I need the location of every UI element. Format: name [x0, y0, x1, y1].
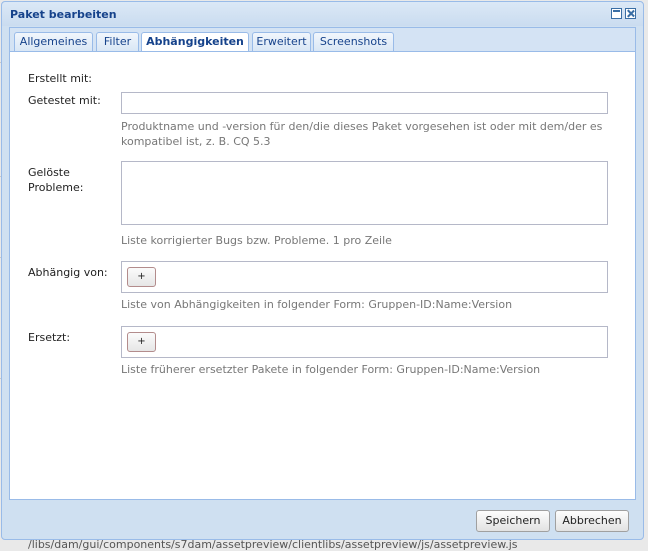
- tab-strip: Allgemeines Filter Abhängigkeiten Erweit…: [9, 27, 636, 53]
- cancel-button[interactable]: Abbrechen: [555, 510, 629, 532]
- replaces-label: Ersetzt:: [28, 331, 71, 344]
- depends-on-list: +: [121, 261, 608, 293]
- fixed-issues-hint: Liste korrigierter Bugs bzw. Probleme. 1…: [121, 234, 392, 247]
- dependencies-panel: Erstellt mit: Getestet mit: Produktname …: [9, 51, 636, 500]
- tab-allgemeines[interactable]: Allgemeines: [14, 32, 93, 52]
- edit-package-dialog: Paket bearbeiten Allgemeines Filter Abhä…: [1, 1, 644, 540]
- depends-on-hint: Liste von Abhängigkeiten in folgender Fo…: [121, 298, 513, 311]
- tested-with-hint: Produktname und -version für den/die die…: [121, 120, 603, 148]
- dialog-title: Paket bearbeiten: [10, 8, 117, 21]
- created-with-label: Erstellt mit:: [28, 72, 92, 85]
- depends-on-label: Abhängig von:: [28, 266, 108, 279]
- tab-erweitert[interactable]: Erweitert: [252, 32, 311, 52]
- close-icon[interactable]: [625, 8, 636, 19]
- tab-screenshots[interactable]: Screenshots: [313, 32, 394, 52]
- replaces-list: +: [121, 326, 608, 358]
- add-replaced-package-button[interactable]: +: [127, 332, 156, 352]
- add-dependency-button[interactable]: +: [127, 267, 156, 287]
- fixed-issues-textarea[interactable]: [121, 161, 608, 225]
- save-button[interactable]: Speichern: [476, 510, 550, 532]
- tab-filter[interactable]: Filter: [96, 32, 139, 52]
- maximize-icon[interactable]: [611, 8, 622, 19]
- tested-with-label: Getestet mit:: [28, 94, 101, 107]
- replaces-hint: Liste früherer ersetzter Pakete in folge…: [121, 363, 541, 376]
- fixed-issues-label: Gelöste Probleme:: [28, 166, 84, 194]
- tab-abhaengigkeiten[interactable]: Abhängigkeiten: [141, 32, 249, 53]
- tested-with-input[interactable]: [121, 92, 608, 114]
- dialog-titlebar: Paket bearbeiten: [2, 2, 643, 26]
